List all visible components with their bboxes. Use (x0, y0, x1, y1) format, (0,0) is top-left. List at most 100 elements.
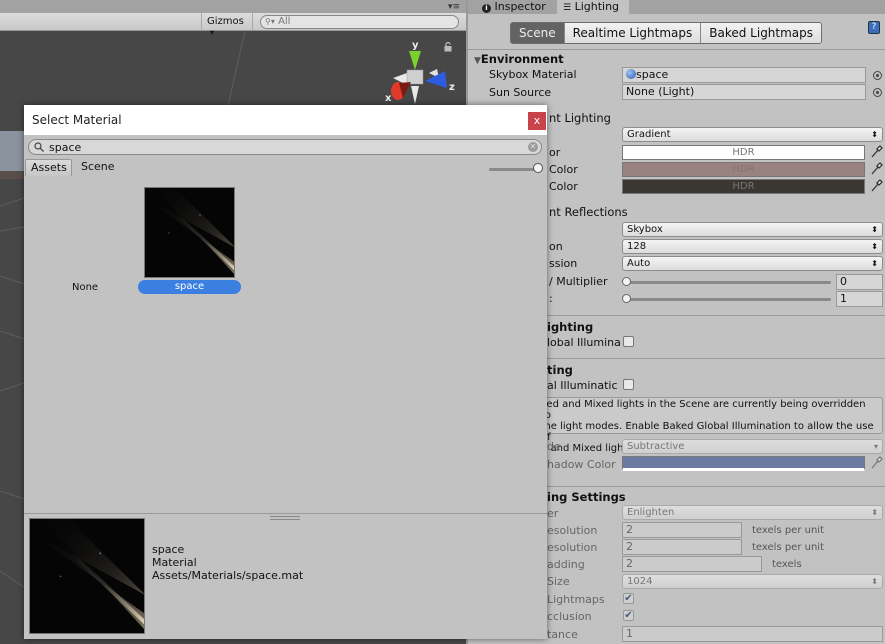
intensity-slider-track[interactable] (626, 281, 831, 284)
tab-inspector[interactable]: i Inspector (476, 0, 552, 14)
lightmap-resolution-unit: texels per unit (752, 542, 824, 553)
space-material-preview (145, 188, 234, 277)
preview-asset-path: Assets/Materials/space.mat (152, 569, 304, 582)
tab-lighting[interactable]: ☰ Lighting (557, 0, 629, 14)
orientation-gizmo[interactable]: y z x (385, 38, 460, 108)
lightmap-padding-unit: texels (772, 559, 802, 570)
updown-arrow-icon: ⬍ (871, 259, 878, 268)
gizmos-dropdown[interactable]: Gizmos ▾ (201, 13, 253, 37)
ground-color-field[interactable]: HDR (622, 179, 865, 194)
reflection-source-dropdown[interactable]: Skybox ⬍ (622, 222, 883, 237)
sun-source-field[interactable]: None (Light) (622, 84, 866, 100)
updown-arrow-icon: ⬍ (871, 577, 878, 586)
indirect-resolution-unit: texels per unit (752, 525, 824, 536)
panel-tabstrip: i Inspector ☰ Lighting (468, 0, 885, 14)
intensity-slider-thumb[interactable] (622, 277, 631, 286)
clear-search-icon[interactable]: ✕ (528, 142, 538, 152)
dialog-titlebar[interactable]: Select Material x (24, 105, 547, 135)
thumbnail-size-slider-thumb[interactable] (533, 163, 543, 173)
dropdown-value: Gradient (627, 129, 671, 140)
ambient-source-dropdown[interactable]: Gradient ⬍ (622, 127, 883, 142)
baked-gi-label: al Illuminatic (547, 379, 618, 392)
material-search-input[interactable] (49, 140, 529, 154)
eyedropper-icon[interactable] (870, 162, 883, 176)
lightmap-resolution-input[interactable]: 2 (622, 539, 742, 555)
eyedropper-icon[interactable] (870, 179, 883, 193)
dropdown-value: Auto (627, 258, 651, 269)
bounces-slider-thumb[interactable] (622, 294, 631, 303)
item-none[interactable]: None (72, 282, 98, 293)
realtime-lighting-header[interactable]: ighting (547, 320, 593, 334)
material-sphere-icon (626, 69, 636, 79)
intensity-multiplier-input[interactable]: 0 (836, 274, 883, 290)
chevron-down-icon: ▾ (873, 442, 878, 451)
realtime-shadow-color-field[interactable] (622, 456, 865, 471)
mixed-lighting-header[interactable]: ting (547, 363, 573, 377)
indirect-resolution-label: esolution (547, 524, 598, 537)
max-distance-label: tance (547, 628, 578, 641)
compress-lightmaps-label: Lightmaps (547, 593, 605, 606)
lightmap-padding-input[interactable]: 2 (622, 556, 762, 572)
info-icon: i (482, 4, 491, 13)
environment-header[interactable]: ▼Environment (474, 52, 564, 66)
equator-color-field[interactable]: HDR (622, 162, 865, 177)
skybox-material-field[interactable]: space (622, 67, 866, 83)
mode-baked-lightmaps-button[interactable]: Baked Lightmaps (701, 23, 822, 43)
panel-menu-icon[interactable]: ▾≡ (448, 2, 460, 12)
search-icon (34, 142, 44, 152)
max-distance-input[interactable]: 1 (622, 626, 883, 642)
intensity-multiplier-label: / Multiplier (549, 275, 608, 288)
material-search-field[interactable]: ✕ (28, 139, 542, 155)
compress-lightmaps-checkbox[interactable]: ✔ (623, 593, 634, 604)
eyedropper-icon[interactable] (870, 145, 883, 159)
item-space-thumbnail[interactable] (144, 187, 235, 278)
dropdown-value: Skybox (627, 224, 663, 235)
lighting-mode-label: de (547, 440, 561, 453)
ground-color-label: Color (549, 180, 578, 193)
lightmapper-dropdown[interactable]: Enlighten ⬍ (622, 505, 883, 520)
preview-asset-type: Material (152, 556, 197, 569)
chevron-down-icon: ▾ (210, 28, 215, 37)
section-title-text: Environment (480, 52, 564, 66)
select-material-dialog: Select Material x ✕ Assets Scene None (24, 105, 547, 639)
y-axis-cone[interactable] (409, 51, 421, 70)
baked-gi-checkbox[interactable] (623, 379, 634, 390)
preview-resize-handle[interactable] (270, 516, 300, 520)
mode-realtime-lightmaps-button[interactable]: Realtime Lightmaps (564, 23, 702, 43)
mixed-lighting-help-box: ked and Mixed lights in the Scene are cu… (536, 397, 883, 454)
object-picker-icon[interactable] (873, 88, 882, 97)
tab-label: Lighting (574, 0, 620, 13)
lightmapping-settings-header[interactable]: ing Settings (547, 490, 626, 504)
mode-scene-button[interactable]: Scene (511, 23, 565, 43)
thumbnail-size-slider-track[interactable] (489, 168, 537, 171)
updown-arrow-icon: ⬍ (871, 130, 878, 139)
reflection-compression-dropdown[interactable]: Auto ⬍ (622, 256, 883, 271)
updown-arrow-icon: ⬍ (871, 225, 878, 234)
sky-color-field[interactable]: HDR (622, 145, 865, 160)
foldout-triangle-icon: ▼ (474, 56, 481, 66)
bounces-slider-track[interactable] (626, 298, 831, 301)
item-space-label[interactable]: space (138, 280, 241, 294)
lightmap-size-dropdown[interactable]: 1024 ⬍ (622, 574, 883, 589)
sky-color-label: or (549, 146, 561, 159)
close-button[interactable]: x (528, 112, 546, 130)
axis-label-z: z (449, 82, 455, 93)
axis-label-x: x (385, 93, 392, 104)
ambient-lighting-subheader: nt Lighting (549, 111, 611, 125)
lightmap-size-label: Size (547, 575, 570, 588)
bounces-input[interactable]: 1 (836, 291, 883, 307)
reflection-resolution-dropdown[interactable]: 128 ⬍ (622, 239, 883, 254)
ambient-occlusion-checkbox[interactable]: ✔ (623, 610, 634, 621)
help-icon[interactable]: ? (868, 21, 880, 34)
lighting-mode-dropdown[interactable]: Subtractive ▾ (622, 439, 883, 454)
eyedropper-icon[interactable] (870, 456, 883, 470)
scene-search-input[interactable]: ⚲▾ All (260, 15, 459, 29)
tab-assets[interactable]: Assets (25, 159, 72, 176)
space-material-preview-large (30, 519, 144, 633)
indirect-resolution-input[interactable]: 2 (622, 522, 742, 538)
object-picker-icon[interactable] (873, 71, 882, 80)
tab-scene[interactable]: Scene (76, 159, 120, 176)
realtime-gi-checkbox[interactable] (623, 336, 634, 347)
skybox-value: space (636, 68, 669, 81)
updown-arrow-icon: ⬍ (871, 242, 878, 251)
